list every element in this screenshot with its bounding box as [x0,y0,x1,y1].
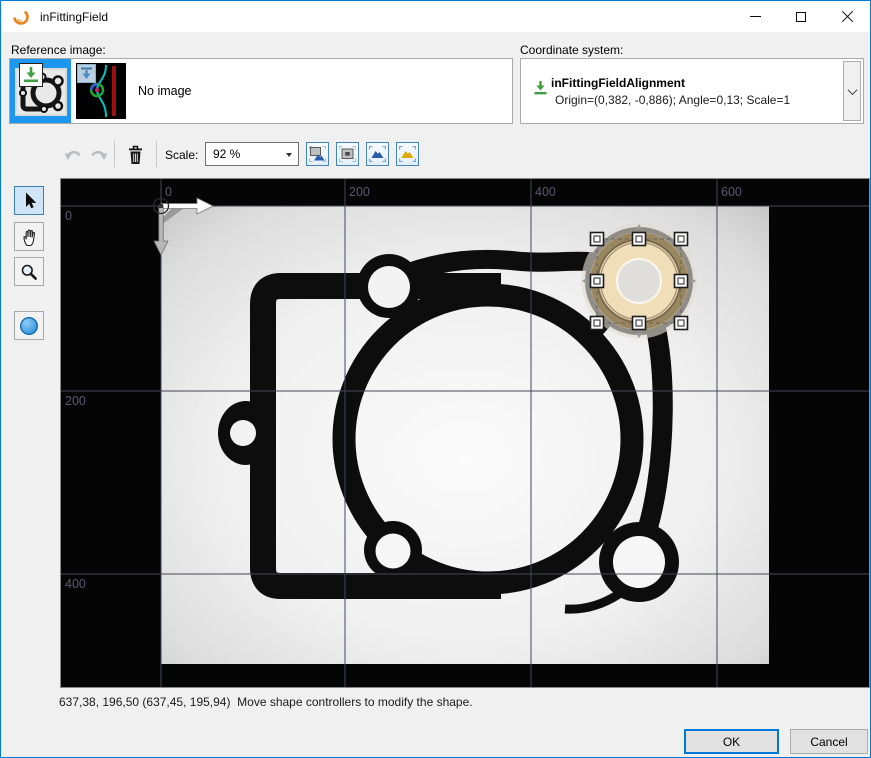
preview-canvas[interactable]: 0 200 400 600 0 200 400 [60,178,870,688]
coordinate-system-label: Coordinate system: [520,43,623,57]
close-button[interactable] [824,1,870,32]
fit-primitive-button[interactable] [396,142,419,166]
reference-image-label: Reference image: [11,43,106,57]
ruler-label-x200: 200 [349,185,370,199]
ruler-label-x400: 400 [535,185,556,199]
pan-tool-button[interactable] [14,222,44,251]
ok-button[interactable]: OK [684,729,779,754]
toolbar-separator [156,141,157,167]
redo-button[interactable] [87,143,111,167]
reference-thumbnail-selected[interactable] [10,59,71,123]
redo-icon [89,146,109,164]
scale-combobox[interactable]: 92 % [205,142,299,166]
shape-handle[interactable] [675,233,688,246]
alignment-icon [533,80,548,97]
minimize-button[interactable] [732,1,778,32]
dialog-window: inFittingField Reference image: Coordina… [0,0,871,758]
reference-badge [77,64,96,83]
ruler-label-y400: 400 [65,577,86,591]
shape-handle[interactable] [633,233,646,246]
reference-image-panel: No image [9,58,513,124]
actual-size-icon [339,146,356,162]
shape-handle[interactable] [591,275,604,288]
shape-handle[interactable] [591,233,604,246]
shape-handle[interactable] [633,317,646,330]
maximize-button[interactable] [778,1,824,32]
minimize-icon [750,16,761,17]
undo-button[interactable] [61,143,85,167]
cancel-button-label: Cancel [810,735,847,749]
fit-image-button[interactable] [306,142,329,166]
alignment-name: inFittingFieldAlignment [551,76,685,90]
fitting-field-overlay[interactable] [582,224,696,338]
reference-arrow-icon [78,65,95,82]
selection-tool-button[interactable] [14,186,44,215]
app-logo-icon [12,8,30,26]
undo-icon [63,146,83,164]
cancel-button[interactable]: Cancel [790,729,868,754]
zoom-tool-button[interactable] [14,257,44,286]
shape-handle[interactable] [675,275,688,288]
canvas-surface[interactable]: 0 200 400 600 0 200 400 [61,179,869,687]
status-text: 637,38, 196,50 (637,45, 195,94) Move sha… [59,695,473,709]
actual-size-button[interactable] [336,142,359,166]
no-image-label: No image [138,84,192,98]
titlebar[interactable]: inFittingField [1,1,870,32]
trash-icon [127,145,144,165]
reference-thumbnail-edges[interactable] [76,63,126,119]
combo-arrow-icon [286,153,292,157]
shape-handle[interactable] [591,317,604,330]
ok-button-label: OK [723,735,740,749]
alignment-details: Origin=(0,382, -0,886); Angle=0,13; Scal… [555,93,790,107]
fit-region-icon [369,146,386,162]
magnifier-icon [19,262,39,282]
import-image-badge [19,63,43,87]
ruler-label-y0: 0 [65,209,72,223]
ruler-label-x0: 0 [165,185,172,199]
cursor-icon [19,190,39,211]
close-icon [841,10,854,23]
delete-shape-button[interactable] [122,141,148,168]
scale-label: Scale: [165,148,198,162]
maximize-icon [796,12,806,22]
import-arrow-icon [20,64,42,86]
fit-primitive-icon [399,146,416,162]
scale-value: 92 % [213,147,240,161]
fit-image-icon [309,146,326,162]
ruler-label-y200: 200 [65,394,86,408]
shape-handle[interactable] [675,317,688,330]
coordinate-system-combobox[interactable]: inFittingFieldAlignment Origin=(0,382, -… [520,58,864,124]
coordinate-dropdown-button[interactable] [843,61,861,121]
toolbar-separator [114,141,115,167]
circle-tool-button[interactable] [14,311,44,340]
hand-icon [20,227,39,247]
fit-region-button[interactable] [366,142,389,166]
window-title: inFittingField [40,10,108,24]
circle-shape-icon [18,315,40,337]
chevron-down-icon [847,85,857,95]
ruler-label-x600: 600 [721,185,742,199]
